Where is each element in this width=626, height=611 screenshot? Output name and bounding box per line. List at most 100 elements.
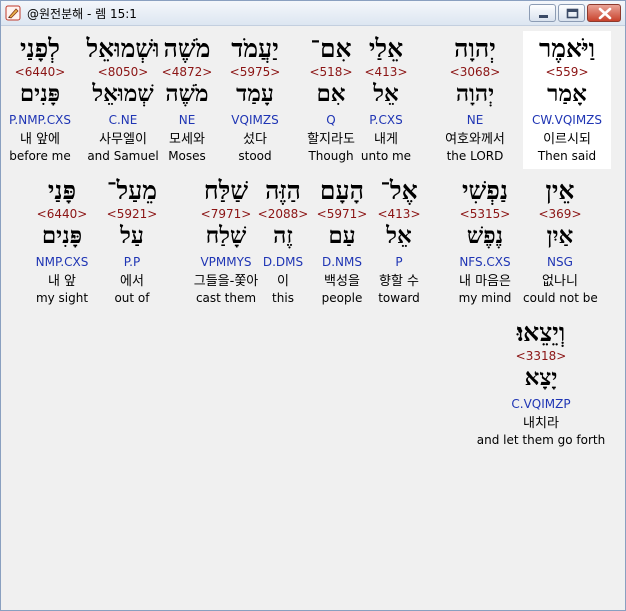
minimize-button[interactable] (529, 4, 556, 22)
english-gloss: before me (9, 149, 71, 163)
title-bar[interactable]: @원전분해 - 렘 15:1 (1, 1, 625, 26)
lemma-word: פָּנִים (19, 80, 61, 107)
parsing-code: Q (326, 113, 336, 127)
korean-gloss: 내 마음은 (459, 274, 511, 289)
lemma-word: נֶפֶשׁ (466, 222, 504, 249)
english-gloss: Moses (168, 149, 206, 163)
hebrew-word: וְיֵצֵאוּ׃ (516, 318, 566, 347)
hebrew-word: נַפְשִׁי (462, 176, 508, 205)
minimize-icon (539, 15, 548, 18)
english-gloss: people (321, 291, 363, 305)
strong-number: <518> (309, 65, 353, 79)
parsing-code: P.P (123, 255, 141, 269)
strong-number: <559> (545, 65, 589, 79)
window-title: @원전분해 - 렘 15:1 (27, 7, 137, 21)
korean-gloss: 내치라 (523, 416, 559, 431)
parsing-code: NSG (547, 255, 573, 269)
korean-gloss: 내게 (374, 132, 398, 147)
hebrew-word: וַיֹּאמֶר (538, 34, 596, 63)
lemma-word: פָּנִים (41, 222, 83, 249)
korean-gloss: 백성을 (324, 274, 360, 289)
strong-number: <413> (364, 65, 408, 79)
parsing-code: NE (178, 113, 196, 127)
lemma-word: אֵל (386, 222, 412, 249)
word-cell[interactable]: וּשְׁמוּאֵל <8050> שְׁמוּאֵל C.NE 사무엘이 and Sa… (85, 31, 161, 169)
close-button[interactable] (587, 4, 621, 22)
parsing-code: NMP.CXS (35, 255, 89, 269)
korean-gloss: 내 앞 (47, 274, 77, 289)
english-gloss: stood (238, 149, 272, 163)
parsing-code: D.NMS (321, 255, 362, 269)
word-cell[interactable]: אֵלַי <413> אֵל P.CXS 내게 unto me (356, 31, 416, 169)
word-cell[interactable]: פָּנַי <6440> פָּנִים NMP.CXS 내 앞 my sight (28, 173, 96, 311)
english-gloss: the LORD (446, 149, 504, 163)
strong-number: <4872> (161, 65, 213, 79)
word-cell[interactable]: אֶל־ <413> אֵל P 향할 수 toward (374, 173, 424, 311)
lemma-word: עָמַד (236, 80, 274, 107)
strong-number: <5315> (459, 207, 511, 221)
parsing-code: C.NE (108, 113, 138, 127)
strong-number: <5921> (106, 207, 158, 221)
word-cell[interactable]: יְהוָה <3068> יְהוָה NE 여호와께서 the LORD (434, 31, 516, 169)
english-gloss: and Samuel (87, 149, 159, 163)
english-gloss: could not be (523, 291, 598, 305)
word-cell[interactable]: מֹשֶׁה <4872> מֹשֶׁה NE 모세와 Moses (159, 31, 215, 169)
hebrew-word: מֵעַל־ (106, 176, 158, 205)
korean-gloss: 없나니 (542, 274, 578, 289)
english-gloss: Then said (537, 149, 597, 163)
hebrew-word: שַׁלַּח (203, 176, 249, 205)
korean-gloss: 이르시되 (543, 132, 591, 147)
lemma-word: שָׁלַח (205, 222, 247, 249)
parsing-code: NE (466, 113, 484, 127)
korean-gloss: 할지라도 (307, 132, 355, 147)
parsing-code: P (395, 255, 403, 269)
word-cell[interactable]: אֵין <369> אַיִן NSG 없나니 could not be (523, 173, 598, 311)
lemma-word: שְׁמוּאֵל (92, 80, 154, 107)
hebrew-word: הָעָם (319, 176, 365, 205)
strong-number: <7971> (200, 207, 252, 221)
parsing-code: NFS.CXS (459, 255, 511, 269)
word-cell[interactable]: וַיֹּאמֶר <559> אָמַר CW.VQIMZS 이르시되 Then sai… (523, 31, 611, 169)
strong-number: <3068> (449, 65, 501, 79)
word-cell[interactable]: הָעָם <5971> עַם D.NMS 백성을 people (314, 173, 370, 311)
lemma-word: אִם (316, 80, 346, 107)
strong-number: <5971> (316, 207, 368, 221)
hebrew-word: לְפָנַי (20, 34, 60, 63)
maximize-button[interactable] (558, 4, 585, 22)
app-window: @원전분해 - 렘 15:1 וַיֹּאמֶר <559> אָמַר CW.VQI… (0, 0, 626, 611)
korean-gloss: 여호와께서 (445, 132, 505, 147)
lemma-word: אֵל (373, 80, 399, 107)
korean-gloss: 내 앞에 (19, 132, 60, 147)
parsing-code: C.VQIMZP (511, 397, 571, 411)
english-gloss: cast them (195, 291, 257, 305)
strong-number: <6440> (14, 65, 66, 79)
parsing-code: P.NMP.CXS (9, 113, 71, 127)
english-gloss: unto me (360, 149, 412, 163)
strong-number: <8050> (97, 65, 149, 79)
parsing-code: VPMMYS (200, 255, 252, 269)
lemma-word: עַל (120, 222, 144, 249)
english-gloss: out of (114, 291, 150, 305)
korean-gloss: 모세와 (169, 132, 205, 147)
english-gloss: and let them go forth (476, 433, 606, 447)
word-cell[interactable]: וְיֵצֵאוּ׃ <3318> יָצָא C.VQIMZP 내치라 and let … (473, 315, 609, 453)
english-gloss: toward (378, 291, 420, 305)
pencil-app-icon[interactable] (5, 5, 21, 21)
word-cell[interactable]: יַעֲמֹד <5975> עָמַד VQIMZS 섰다 stood (226, 31, 284, 169)
hebrew-word: פָּנַי (47, 176, 77, 205)
korean-gloss: 에서 (120, 274, 144, 289)
word-cell[interactable]: לְפָנַי <6440> פָּנִים P.NMP.CXS 내 앞에 before … (6, 31, 74, 169)
hebrew-word: אִם־ (310, 34, 352, 63)
hebrew-word: מֹשֶׁה (163, 34, 211, 63)
word-cell[interactable]: נַפְשִׁי <5315> נֶפֶשׁ NFS.CXS 내 마음은 my mind (447, 173, 523, 311)
hebrew-word: אֵלַי (368, 34, 404, 63)
word-cell[interactable]: אִם־ <518> אִם Q 할지라도 Though (297, 31, 365, 169)
hebrew-word: אֶל־ (380, 176, 418, 205)
strong-number: <3318> (515, 349, 567, 363)
word-cell[interactable]: שַׁלַּח <7971> שָׁלַח VPMMYS 그들을-쫓아 cast them (184, 173, 268, 311)
word-cell[interactable]: מֵעַל־ <5921> עַל P.P 에서 out of (102, 173, 162, 311)
english-gloss: my sight (35, 291, 89, 305)
lemma-word: יָצָא (524, 364, 558, 391)
lemma-word: מֹשֶׁה (165, 80, 209, 107)
parsing-code: P.CXS (369, 113, 403, 127)
